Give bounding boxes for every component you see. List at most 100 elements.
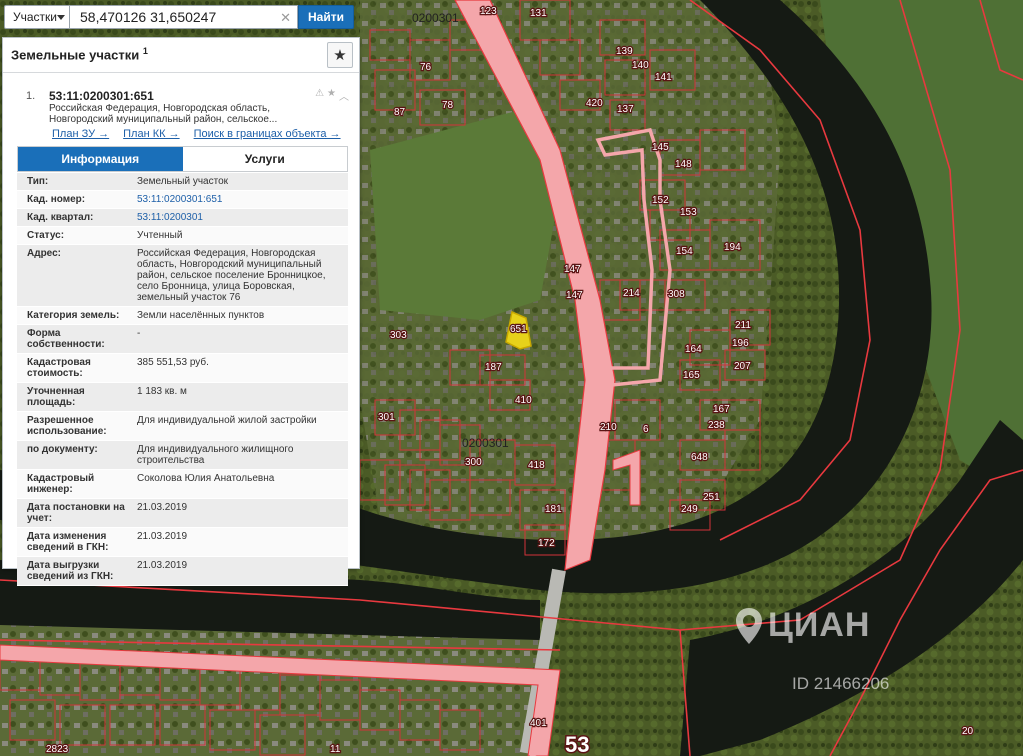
result-count: 1 [142,46,148,56]
info-key: Дата постановки на учет: [27,502,125,524]
parcel-label: 11 [330,744,341,755]
parcel-label: 303 [390,330,407,341]
parcel-label: 87 [394,107,406,118]
parcel-label: 418 [528,460,545,471]
quarter-label: 0200301 [462,436,509,450]
collapse-icon[interactable]: ︿ [339,88,349,103]
parcel-label: 187 [485,362,502,373]
parcel-label: 301 [378,412,395,423]
quarter-label: 0200301 [412,11,459,25]
info-key: Разрешенное использование: [27,415,107,437]
find-button[interactable]: Найти [298,5,354,29]
info-value: Земли населённых пунктов [137,310,265,321]
result-address-line: Российская Федерация, Новгородская облас… [49,103,271,114]
parcel-label: 147 [564,264,581,275]
tab-services[interactable]: Услуги [182,147,347,171]
parcel-label: 139 [616,46,633,57]
parcel-label: 172 [538,538,555,549]
parcel-label: 648 [691,452,708,463]
info-row: Статус: Учтенный [17,227,348,245]
coordinates-field: ✕ [70,5,298,29]
info-value-link[interactable]: 53:11:0200301 [129,209,348,226]
info-key: Уточненная площадь: [27,386,85,408]
panel-header: Земельные участки 1 ★ [3,38,359,73]
watermark-brand: ЦИАН [768,606,871,644]
link-search-in-bounds[interactable]: Поиск в границах объекта → [194,128,341,140]
parcel-label: 167 [713,404,730,415]
parcel-label: 300 [465,457,482,468]
info-row: Категория земель: Земли населённых пункто… [17,307,348,325]
clear-icon[interactable]: ✕ [280,10,291,26]
parcel-label: 651 [510,324,527,335]
info-row: Тип: Земельный участок [17,173,348,191]
tab-information[interactable]: Информация [18,147,183,171]
parcel-label: 194 [724,242,741,253]
parcel-label: 214 [623,288,640,299]
panel-title-text: Земельные участки [11,47,140,63]
info-key: Кад. номер: [27,194,86,205]
layer-select-label: Участки [13,10,57,24]
info-key: Категория земель: [27,310,120,321]
info-row: Кадастровая стоимость: 385 551,53 руб. [17,354,348,383]
info-panel: Земельные участки 1 ★ 1. 53:11:0200301:6… [2,37,360,586]
info-value-link[interactable]: 53:11:0200301:651 [129,191,348,208]
link-plan-zu[interactable]: План ЗУ → [52,128,109,140]
parcel-label-large: 53 [565,732,589,756]
info-value: 1 183 кв. м [137,386,187,397]
parcel-label: 401 [530,718,547,729]
link-plan-kk[interactable]: План КК → [123,128,179,140]
result-actions: ⚠ ★ ︿ [315,88,349,103]
parcel-label: 251 [703,492,720,503]
info-key: Тип: [27,176,49,187]
watermark: ЦИАН ID 21466206 [736,606,936,696]
parcel-label: 410 [515,395,532,406]
star-outline-icon[interactable]: ★ [327,88,336,103]
info-row: Уточненная площадь: 1 183 кв. м [17,383,348,412]
warning-icon[interactable]: ⚠ [315,88,324,103]
parcel-label: 207 [734,361,751,372]
info-value: 385 551,53 руб. [137,357,209,368]
parcel-label: 196 [732,338,749,349]
favorite-button[interactable]: ★ [327,42,353,68]
parcel-label: 78 [442,100,454,111]
result-number: 1. [26,90,36,102]
watermark-logo: ЦИАН [736,606,870,645]
info-key: Дата выгрузки сведений из ГКН: [27,560,114,582]
parcel-label: 131 [530,8,547,19]
info-value: Для индивидуального жилищного строительс… [137,444,294,466]
parcel-label: 2823 [46,744,69,755]
parcel-label: 181 [545,504,562,515]
info-value: Российская Федерация, Новгородская облас… [137,248,326,303]
search-bar: Участки ✕ Найти [4,5,358,31]
info-value: Для индивидуальной жилой застройки [137,415,317,426]
info-key: Кадастровая стоимость: [27,357,91,379]
result-address: Российская Федерация, Новгородская облас… [49,103,339,125]
panel-tabs: Информация Услуги [17,146,348,172]
result-cadastral-id: 53:11:0200301:651 [49,89,154,103]
south-settlement-area [0,620,540,756]
info-row: Дата постановки на учет: 21.03.2019 [17,499,348,528]
parcel-label: 308 [668,289,685,300]
parcel-label: 210 [600,422,617,433]
info-row: Дата выгрузки сведений из ГКН: 21.03.2019 [17,557,348,586]
info-key: Статус: [27,230,65,241]
layer-select[interactable]: Участки [4,5,70,29]
info-row: по документу: Для индивидуального жилищно… [17,441,348,470]
info-key: по документу: [27,444,98,455]
result-address-line: Новгородский муниципальный район, сельск… [49,114,278,125]
info-value: - [137,328,141,339]
info-value: 21.03.2019 [137,560,188,571]
parcel-label: 140 [632,60,649,71]
search-input[interactable] [70,9,270,25]
info-row: Разрешенное использование: Для индивидуал… [17,412,348,441]
parcel-label: 147 [566,290,583,301]
parcel-label: 123 [480,6,497,17]
parcel-label: 76 [420,62,432,73]
star-icon: ★ [333,47,347,64]
parcel-label: 153 [680,207,697,218]
info-row: Кад. квартал: 53:11:0200301 [17,209,348,227]
info-row: Кад. номер: 53:11:0200301:651 [17,191,348,209]
watermark-id: ID 21466206 [792,674,890,693]
result-links: План ЗУ → План КК → Поиск в границах объ… [52,128,341,140]
parcel-label: 420 [586,98,603,109]
